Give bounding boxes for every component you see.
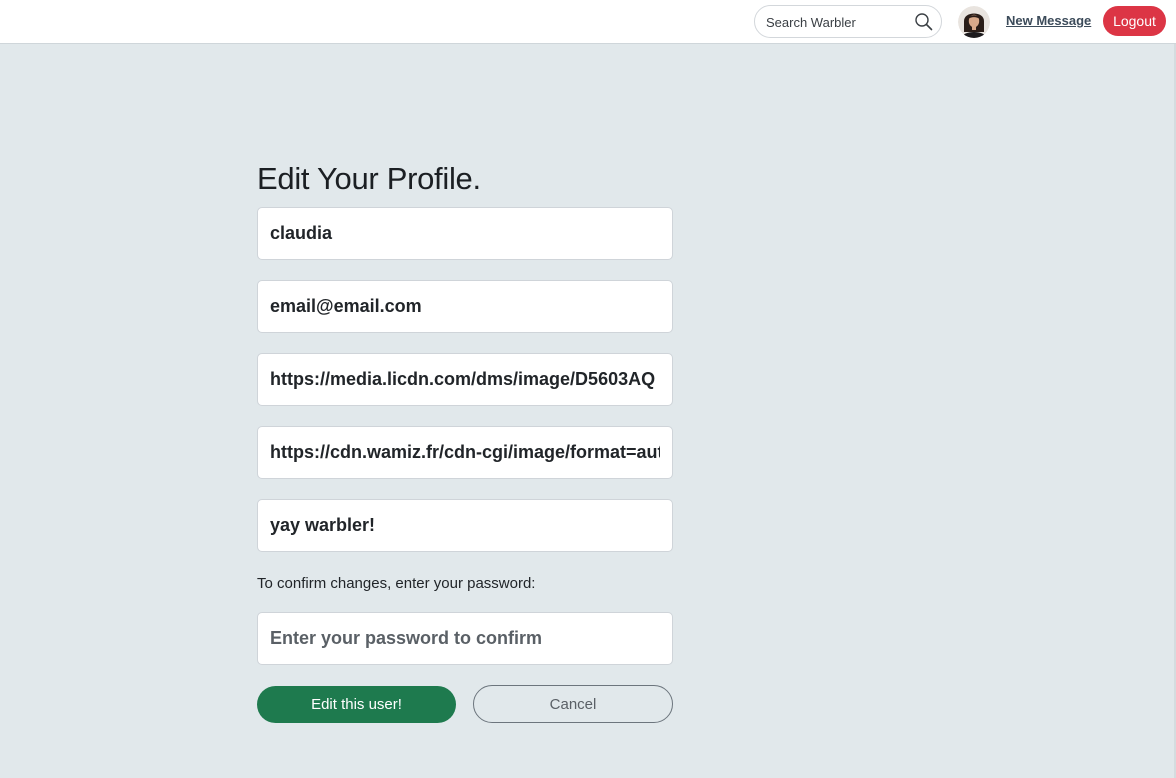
- confirm-password-label: To confirm changes, enter your password:: [257, 575, 536, 592]
- search-icon[interactable]: [914, 12, 934, 32]
- username-field[interactable]: [257, 207, 673, 260]
- header-image-url-field[interactable]: [257, 426, 673, 479]
- navbar: New Message Logout: [0, 0, 1176, 44]
- new-message-link[interactable]: New Message: [1006, 13, 1091, 28]
- image-url-field[interactable]: [257, 353, 673, 406]
- bio-field[interactable]: [257, 499, 673, 552]
- cancel-button[interactable]: Cancel: [473, 685, 673, 723]
- edit-user-button[interactable]: Edit this user!: [257, 686, 456, 723]
- search-box: [754, 5, 942, 38]
- email-field[interactable]: [257, 280, 673, 333]
- password-field[interactable]: [257, 612, 673, 665]
- logout-button[interactable]: Logout: [1103, 6, 1166, 36]
- search-input[interactable]: [766, 12, 906, 32]
- avatar[interactable]: [958, 6, 990, 38]
- page-title: Edit Your Profile.: [257, 161, 481, 196]
